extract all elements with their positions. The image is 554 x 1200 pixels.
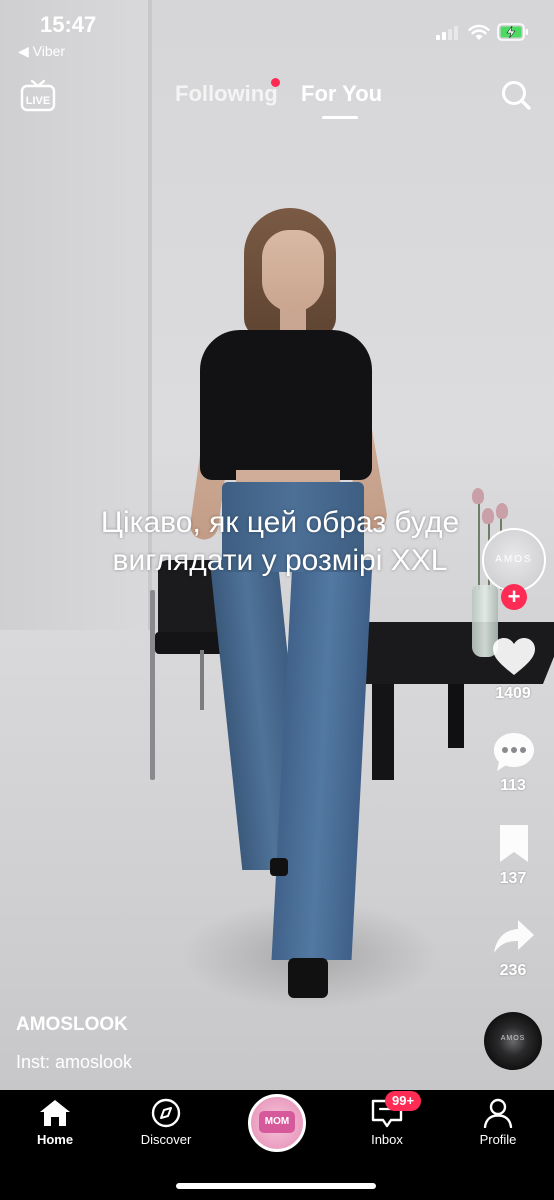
back-to-app-link[interactable]: ◀ Viber	[18, 43, 65, 60]
live-icon[interactable]: LIVE	[20, 78, 56, 112]
like-count: 1409	[495, 685, 531, 702]
status-time: 15:47	[40, 12, 97, 37]
share-count: 236	[499, 962, 527, 979]
nav-profile-label: Profile	[479, 1132, 517, 1147]
tab-for-you[interactable]: For You	[301, 81, 382, 107]
author-name[interactable]: AMOSLOOK	[16, 1014, 128, 1036]
model-shoe	[270, 858, 288, 876]
compass-icon	[151, 1098, 181, 1128]
home-indicator[interactable]	[176, 1183, 376, 1189]
table-leg	[448, 680, 464, 748]
video-caption-text: Цікаво, як цей образ буде виглядати у ро…	[100, 506, 460, 577]
nav-discover-label: Discover	[140, 1132, 192, 1147]
cellular-signal-icon	[436, 26, 458, 40]
search-icon[interactable]	[500, 79, 532, 111]
wifi-icon	[468, 24, 490, 40]
nav-inbox-label: Inbox	[371, 1132, 403, 1147]
feed-top-nav: LIVE Following For You	[0, 70, 554, 120]
chair-leg	[200, 650, 204, 710]
model-shoe	[288, 958, 328, 998]
tulip	[472, 488, 484, 504]
heart-icon[interactable]	[492, 637, 536, 677]
create-button-label: MOM	[259, 1111, 295, 1133]
tiktok-feed-screen: 15:47 ◀ Viber LIVE Following For You Цік…	[0, 0, 554, 1200]
tab-following[interactable]: Following	[175, 81, 278, 107]
battery-charging-icon	[497, 23, 528, 41]
avatar-logo-text: AMOS	[495, 554, 533, 565]
profile-icon	[483, 1098, 513, 1128]
inbox-badge: 99+	[385, 1091, 422, 1111]
music-disc-label: AMOS	[500, 1035, 526, 1042]
home-icon	[40, 1100, 70, 1126]
nav-home[interactable]: Home	[0, 1090, 110, 1160]
comment-icon[interactable]	[492, 731, 536, 773]
model-top	[200, 330, 372, 480]
live-label: LIVE	[26, 95, 50, 107]
bookmark-count: 137	[499, 870, 527, 887]
notification-dot	[271, 78, 280, 87]
chair-leg	[150, 590, 155, 780]
follow-button[interactable]: +	[501, 584, 527, 610]
nav-profile[interactable]: Profile	[443, 1090, 553, 1160]
creator-avatar[interactable]: AMOS	[482, 528, 546, 592]
nav-discover[interactable]: Discover	[111, 1090, 221, 1160]
video-description: Inst: amoslook	[16, 1052, 133, 1072]
comment-count: 113	[500, 777, 526, 794]
status-bar: 15:47 ◀ Viber	[0, 0, 554, 59]
active-tab-indicator	[322, 116, 358, 119]
bookmark-icon[interactable]	[497, 824, 531, 864]
model-face	[262, 230, 324, 312]
share-icon[interactable]	[492, 918, 536, 956]
create-button[interactable]: MOM	[248, 1094, 306, 1152]
nav-home-label: Home	[36, 1132, 74, 1147]
music-disc[interactable]: AMOS	[484, 1012, 542, 1070]
